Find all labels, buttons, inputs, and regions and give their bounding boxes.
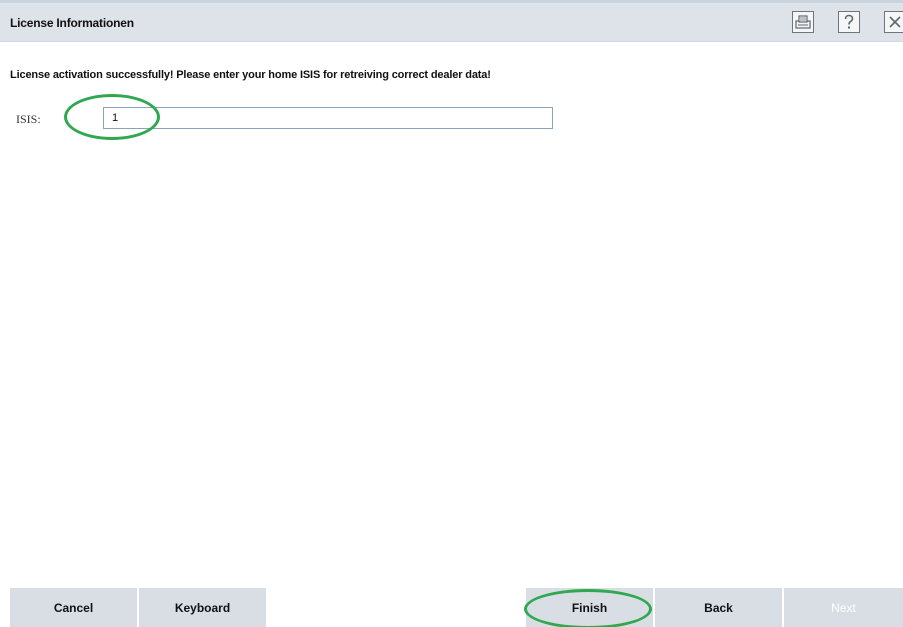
close-icon[interactable]: [884, 11, 903, 33]
back-button[interactable]: Back: [655, 588, 782, 627]
keyboard-button[interactable]: Keyboard: [139, 588, 266, 627]
isis-label: ISIS:: [16, 112, 41, 126]
window-title: License Informationen: [10, 16, 134, 30]
license-dialog: License Informationen License activation…: [0, 0, 903, 627]
print-icon[interactable]: [792, 11, 814, 33]
isis-input[interactable]: [103, 107, 553, 129]
activation-message: License activation successfully! Please …: [10, 69, 491, 81]
title-bar: License Informationen: [0, 3, 903, 42]
footer-button-bar: Cancel Keyboard Finish Back Next: [0, 588, 903, 627]
cancel-button[interactable]: Cancel: [10, 588, 137, 627]
help-icon[interactable]: [838, 11, 860, 33]
finish-button[interactable]: Finish: [526, 588, 653, 627]
next-button: Next: [784, 588, 903, 627]
